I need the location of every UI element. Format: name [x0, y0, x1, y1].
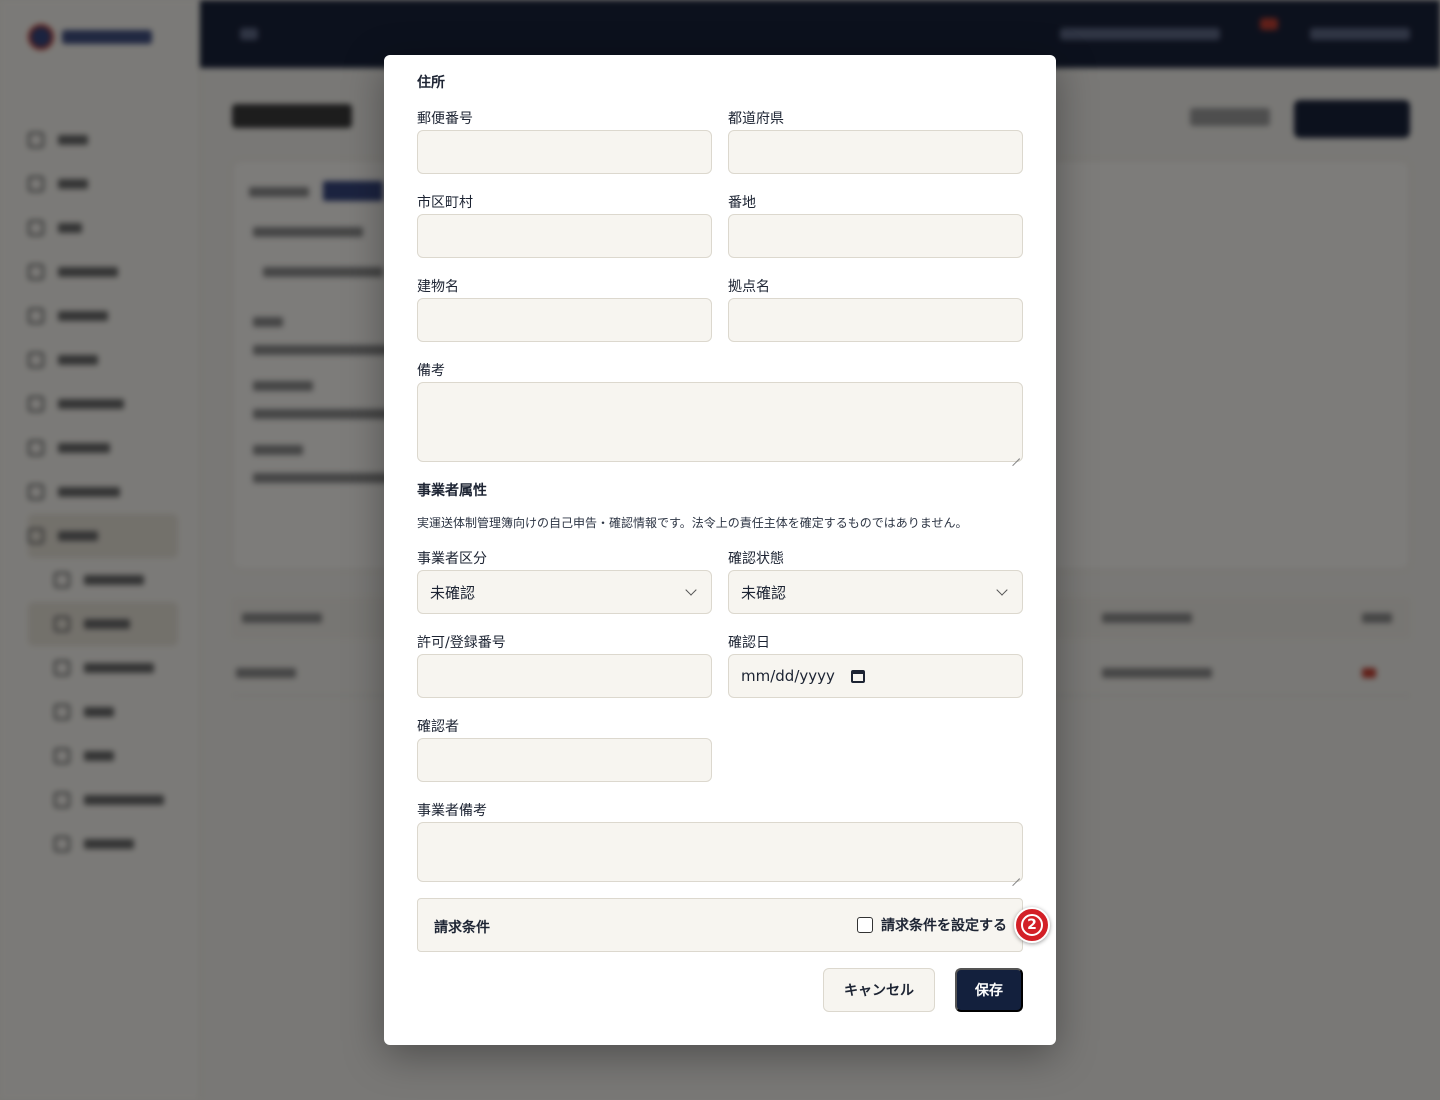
operator-category-label: 事業者区分: [417, 551, 487, 567]
building-label: 建物名: [417, 279, 459, 295]
chevron-down-icon: [996, 584, 1008, 596]
remarks-label: 備考: [417, 363, 445, 379]
step-marker-badge: 2: [1014, 907, 1050, 943]
operator-remarks-label: 事業者備考: [417, 803, 487, 819]
address-section-title: 住所: [417, 75, 445, 91]
confirmer-label: 確認者: [417, 719, 459, 735]
confirm-date-placeholder: mm/dd/yyyy: [741, 667, 835, 685]
cancel-button[interactable]: キャンセル: [823, 968, 935, 1012]
save-button[interactable]: 保存: [955, 968, 1023, 1012]
confirm-status-value: 未確認: [741, 583, 787, 602]
postal-code-input[interactable]: [417, 130, 712, 174]
operator-remarks-textarea[interactable]: [417, 822, 1023, 882]
billing-conditions-checkbox-label[interactable]: 請求条件を設定する: [881, 915, 1007, 935]
postal-code-label: 郵便番号: [417, 111, 473, 127]
step-marker-number: 2: [1021, 914, 1043, 936]
street-label: 番地: [728, 195, 756, 211]
site-name-label: 拠点名: [728, 279, 770, 295]
operator-category-select[interactable]: 未確認: [417, 570, 712, 614]
resize-handle-icon[interactable]: [1011, 870, 1020, 879]
billing-conditions-panel: 請求条件 請求条件を設定する: [417, 898, 1023, 952]
confirm-date-label: 確認日: [728, 635, 770, 651]
prefecture-input[interactable]: [728, 130, 1023, 174]
confirmer-input[interactable]: [417, 738, 712, 782]
street-input[interactable]: [728, 214, 1023, 258]
operator-category-value: 未確認: [430, 583, 476, 602]
calendar-icon[interactable]: [850, 669, 865, 683]
prefecture-label: 都道府県: [728, 111, 784, 127]
billing-conditions-toggle[interactable]: 請求条件を設定する: [857, 915, 1007, 935]
city-label: 市区町村: [417, 195, 473, 211]
confirm-status-label: 確認状態: [728, 551, 784, 567]
license-number-label: 許可/登録番号: [417, 635, 506, 651]
resize-handle-icon[interactable]: [1011, 450, 1020, 459]
city-input[interactable]: [417, 214, 712, 258]
license-number-input[interactable]: [417, 654, 712, 698]
billing-conditions-checkbox[interactable]: [857, 917, 873, 933]
edit-dialog: 住所 郵便番号 都道府県 市区町村 番地 建物名 拠点名 備考 事業者属性 実運…: [384, 55, 1056, 1045]
site-name-input[interactable]: [728, 298, 1023, 342]
operator-section-note: 実運送体制管理簿向けの自己申告・確認情報です。法令上の責任主体を確定するものでは…: [417, 516, 968, 530]
billing-conditions-title: 請求条件: [434, 920, 490, 936]
confirm-status-select[interactable]: 未確認: [728, 570, 1023, 614]
operator-section-title: 事業者属性: [417, 483, 487, 499]
building-input[interactable]: [417, 298, 712, 342]
remarks-textarea[interactable]: [417, 382, 1023, 462]
chevron-down-icon: [685, 584, 697, 596]
confirm-date-input[interactable]: mm/dd/yyyy: [728, 654, 1023, 698]
